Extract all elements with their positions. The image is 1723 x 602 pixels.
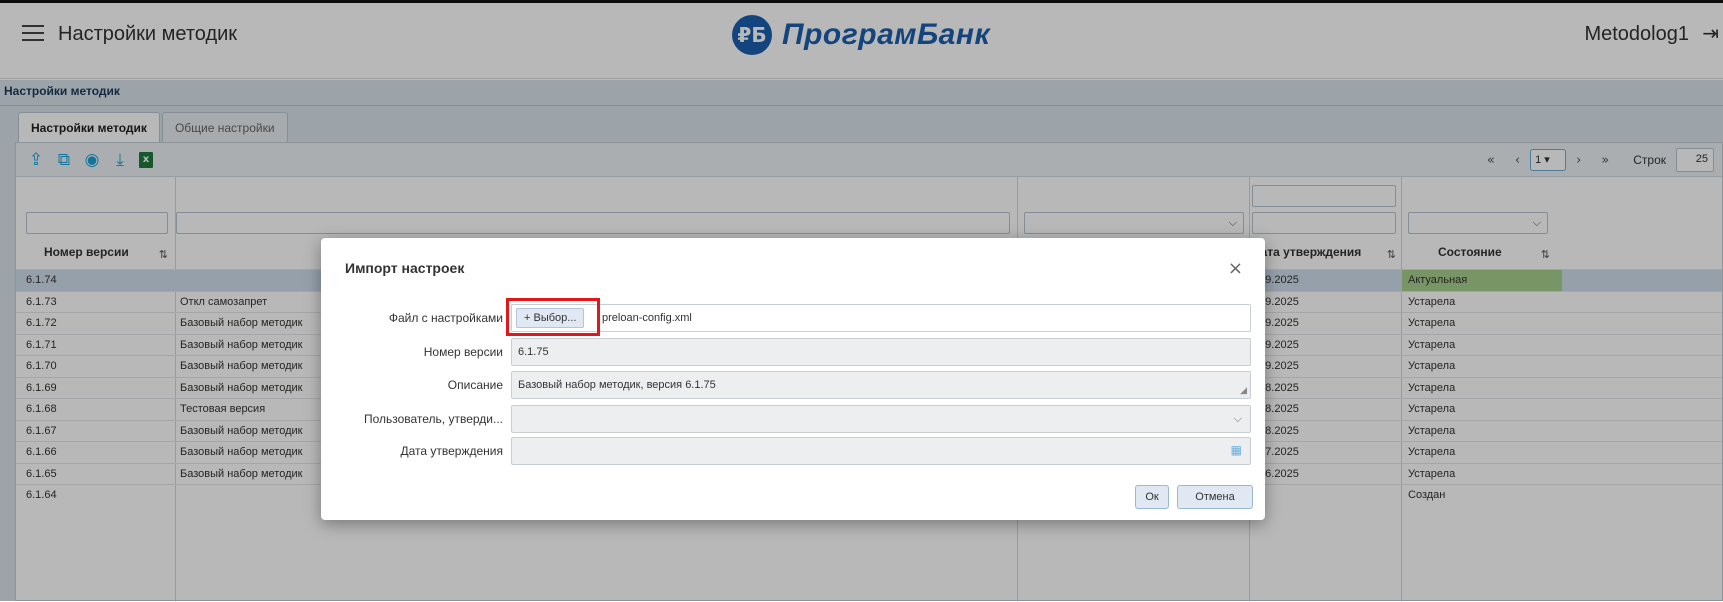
calendar-icon[interactable]: ▦: [1231, 443, 1242, 457]
date-field[interactable]: ▦: [511, 437, 1251, 465]
close-icon[interactable]: ×: [1228, 258, 1243, 279]
description-label: Описание: [448, 378, 503, 392]
cancel-button[interactable]: Отмена: [1177, 485, 1253, 509]
file-label: Файл с настройками: [389, 311, 503, 325]
user-row: Пользователь, утверди... ⌵: [321, 405, 1265, 433]
user-select[interactable]: ⌵: [511, 405, 1251, 433]
version-row: Номер версии 6.1.75: [321, 338, 1265, 366]
dialog-title: Импорт настроек: [345, 260, 464, 276]
version-label: Номер версии: [424, 345, 503, 359]
chevron-down-icon: ⌵: [1234, 412, 1242, 426]
description-field[interactable]: Базовый набор методик, версия 6.1.75 ◢: [511, 371, 1251, 399]
date-label: Дата утверждения: [400, 444, 503, 458]
ok-button[interactable]: Ок: [1135, 485, 1169, 509]
date-row: Дата утверждения ▦: [321, 437, 1265, 465]
resize-handle-icon[interactable]: ◢: [1240, 386, 1247, 396]
description-row: Описание Базовый набор методик, версия 6…: [321, 371, 1265, 399]
description-text: Базовый набор методик, версия 6.1.75: [518, 379, 716, 391]
version-field[interactable]: 6.1.75: [511, 338, 1251, 366]
user-label: Пользователь, утверди...: [364, 412, 503, 426]
import-settings-dialog: Импорт настроек × Файл с настройками + В…: [321, 238, 1265, 520]
file-input[interactable]: + Выбор... preloan-config.xml: [511, 304, 1251, 332]
file-name: preloan-config.xml: [602, 312, 692, 324]
highlight-box: [506, 298, 600, 336]
file-row: Файл с настройками + Выбор... preloan-co…: [321, 304, 1265, 332]
